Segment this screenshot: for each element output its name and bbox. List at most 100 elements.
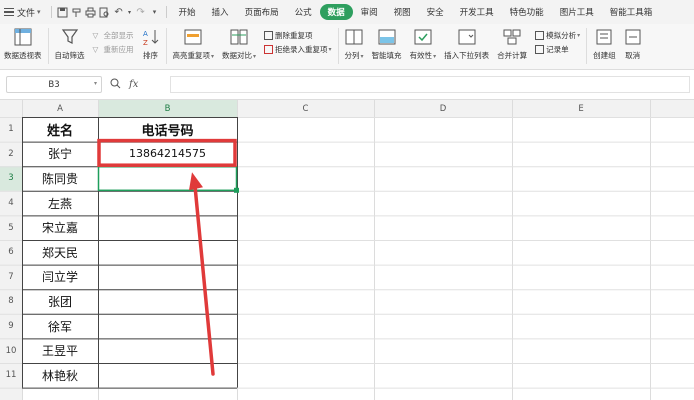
cell-phone[interactable] xyxy=(98,363,237,388)
cell-name[interactable]: 郑天民 xyxy=(22,240,98,265)
cell-phone[interactable] xyxy=(98,314,237,339)
tab-insert[interactable]: 插入 xyxy=(204,0,237,24)
insert-function-icon[interactable]: fx xyxy=(129,79,138,90)
cell-a1-name-header[interactable]: 姓名 xyxy=(22,117,98,142)
cell-b1-phone-header[interactable]: 电话号码 xyxy=(98,117,237,142)
row-header-2[interactable]: 2 xyxy=(0,142,22,167)
column-header-b[interactable]: B xyxy=(98,100,237,117)
tab-smart-toolbox[interactable]: 智能工具箱 xyxy=(602,0,661,24)
chevron-down-icon: ▾ xyxy=(37,8,41,16)
column-header-d[interactable]: D xyxy=(374,100,512,117)
cell-name[interactable]: 林艳秋 xyxy=(22,363,98,388)
ribbon-divider xyxy=(337,28,339,64)
smart-fill-button[interactable]: 智能填充 xyxy=(368,28,406,61)
row-header-9[interactable]: 9 xyxy=(0,314,22,339)
validity-button[interactable]: 有效性▾ xyxy=(406,28,441,61)
save-icon[interactable] xyxy=(57,6,69,18)
column-header-a[interactable]: A xyxy=(22,100,98,117)
what-if-icon xyxy=(535,30,545,40)
analysis-group: 模拟分析 ▾ 记录单 xyxy=(531,28,584,56)
spreadsheet-app: 文件 ▾ ↶ ▾ ↷ ▾ 开始 插入 页面布局 公式 数据 审阅 视图 安全 开… xyxy=(0,0,694,400)
print-preview-icon[interactable] xyxy=(99,6,111,18)
zoom-icon[interactable] xyxy=(110,78,121,92)
tab-formulas[interactable]: 公式 xyxy=(287,0,320,24)
pivot-table-button[interactable]: 数据透视表 xyxy=(0,28,46,61)
smart-fill-icon xyxy=(378,29,396,45)
cell-name[interactable]: 宋立嘉 xyxy=(22,215,98,240)
undo-dropdown-icon[interactable]: ▾ xyxy=(127,6,133,18)
hamburger-icon xyxy=(4,6,14,19)
tab-features[interactable]: 特色功能 xyxy=(502,0,552,24)
format-painter-icon[interactable] xyxy=(71,6,83,18)
formula-tools: fx xyxy=(110,76,138,93)
consolidate-button[interactable]: 合并计算 xyxy=(493,28,531,61)
cell-name[interactable]: 张团 xyxy=(22,289,98,314)
toolbar-divider xyxy=(50,6,52,18)
record-form-icon xyxy=(535,44,545,54)
reject-duplicates-icon xyxy=(264,44,274,54)
name-box-value: B3 xyxy=(48,79,60,90)
formula-input[interactable] xyxy=(170,76,690,93)
undo-icon[interactable]: ↶ xyxy=(113,6,125,18)
tab-data[interactable]: 数据 xyxy=(319,0,353,24)
highlight-duplicates-button[interactable]: 高亮重复项▾ xyxy=(169,28,219,61)
row-header-11[interactable]: 11 xyxy=(0,363,22,388)
cell-name[interactable]: 左燕 xyxy=(22,191,98,216)
row-header-8[interactable]: 8 xyxy=(0,289,22,314)
autofilter-button[interactable]: 自动筛选 xyxy=(51,28,89,61)
row-header-10[interactable]: 10 xyxy=(0,338,22,363)
cell-phone[interactable] xyxy=(98,215,237,240)
row-header-1[interactable]: 1 xyxy=(0,117,22,142)
cell-phone[interactable] xyxy=(98,240,237,265)
tab-developer[interactable]: 开发工具 xyxy=(452,0,502,24)
tab-review[interactable]: 审阅 xyxy=(353,0,386,24)
reject-duplicates-button[interactable]: 拒绝录入重复项 ▾ xyxy=(264,42,332,56)
cell-phone[interactable] xyxy=(98,191,237,216)
create-group-button[interactable]: 创建组 xyxy=(589,28,620,61)
row-header-6[interactable]: 6 xyxy=(0,240,22,265)
tab-security[interactable]: 安全 xyxy=(419,0,452,24)
cell-phone[interactable] xyxy=(98,289,237,314)
cell-name[interactable]: 陈同贵 xyxy=(22,166,98,191)
toolbar-divider xyxy=(165,6,167,18)
filter-icon xyxy=(61,29,78,44)
filter-options-group: ▽ 全部显示 ▽ 重新应用 xyxy=(89,28,138,56)
cell-name[interactable]: 徐军 xyxy=(22,314,98,339)
column-header-c[interactable]: C xyxy=(237,100,374,117)
reapply-button[interactable]: ▽ 重新应用 xyxy=(93,42,134,56)
record-form-button[interactable]: 记录单 xyxy=(535,42,580,56)
insert-dropdown-list-button[interactable]: 插入下拉列表 xyxy=(440,28,493,61)
ungroup-button[interactable]: 取消 xyxy=(620,28,646,61)
remove-duplicates-button[interactable]: 删除重复项 xyxy=(264,28,332,42)
ribbon-divider xyxy=(165,28,167,64)
sort-button[interactable]: AZ 排序 xyxy=(138,28,164,61)
cell-name[interactable]: 张宁 xyxy=(22,142,98,167)
cell-name[interactable]: 闫立学 xyxy=(22,265,98,290)
what-if-analysis-button[interactable]: 模拟分析 ▾ xyxy=(535,28,580,42)
cell-phone[interactable]: 13864214575 xyxy=(98,142,237,167)
name-box[interactable]: B3 ▾ xyxy=(6,76,102,93)
quick-access-dropdown-icon[interactable]: ▾ xyxy=(149,6,161,18)
file-menu[interactable]: 文件 ▾ xyxy=(0,0,47,24)
cell-phone[interactable] xyxy=(98,265,237,290)
tab-view[interactable]: 视图 xyxy=(386,0,419,24)
show-all-button[interactable]: ▽ 全部显示 xyxy=(93,28,134,42)
tab-home[interactable]: 开始 xyxy=(171,0,204,24)
row-header-4[interactable]: 4 xyxy=(0,191,22,216)
row-header-3[interactable]: 3 xyxy=(0,166,22,191)
worksheet-grid[interactable]: A B C D E 1 2 3 4 5 6 7 8 9 10 11 姓名 电话号码 张宁 13864214575 陈同贵… xyxy=(0,100,694,400)
redo-icon[interactable]: ↷ xyxy=(135,6,147,18)
print-icon[interactable] xyxy=(85,6,97,18)
tab-picture-tools[interactable]: 图片工具 xyxy=(552,0,602,24)
row-header-5[interactable]: 5 xyxy=(0,215,22,240)
cell-phone[interactable] xyxy=(98,338,237,363)
column-header-e[interactable]: E xyxy=(512,100,650,117)
tab-page-layout[interactable]: 页面布局 xyxy=(237,0,287,24)
row-header-7[interactable]: 7 xyxy=(0,265,22,290)
pivot-table-icon xyxy=(14,28,32,46)
split-column-button[interactable]: 分列▾ xyxy=(341,28,368,61)
remove-duplicates-icon xyxy=(264,30,274,40)
cell-phone[interactable] xyxy=(98,166,237,191)
data-compare-button[interactable]: 数据对比▾ xyxy=(218,28,260,61)
cell-name[interactable]: 王昱平 xyxy=(22,338,98,363)
